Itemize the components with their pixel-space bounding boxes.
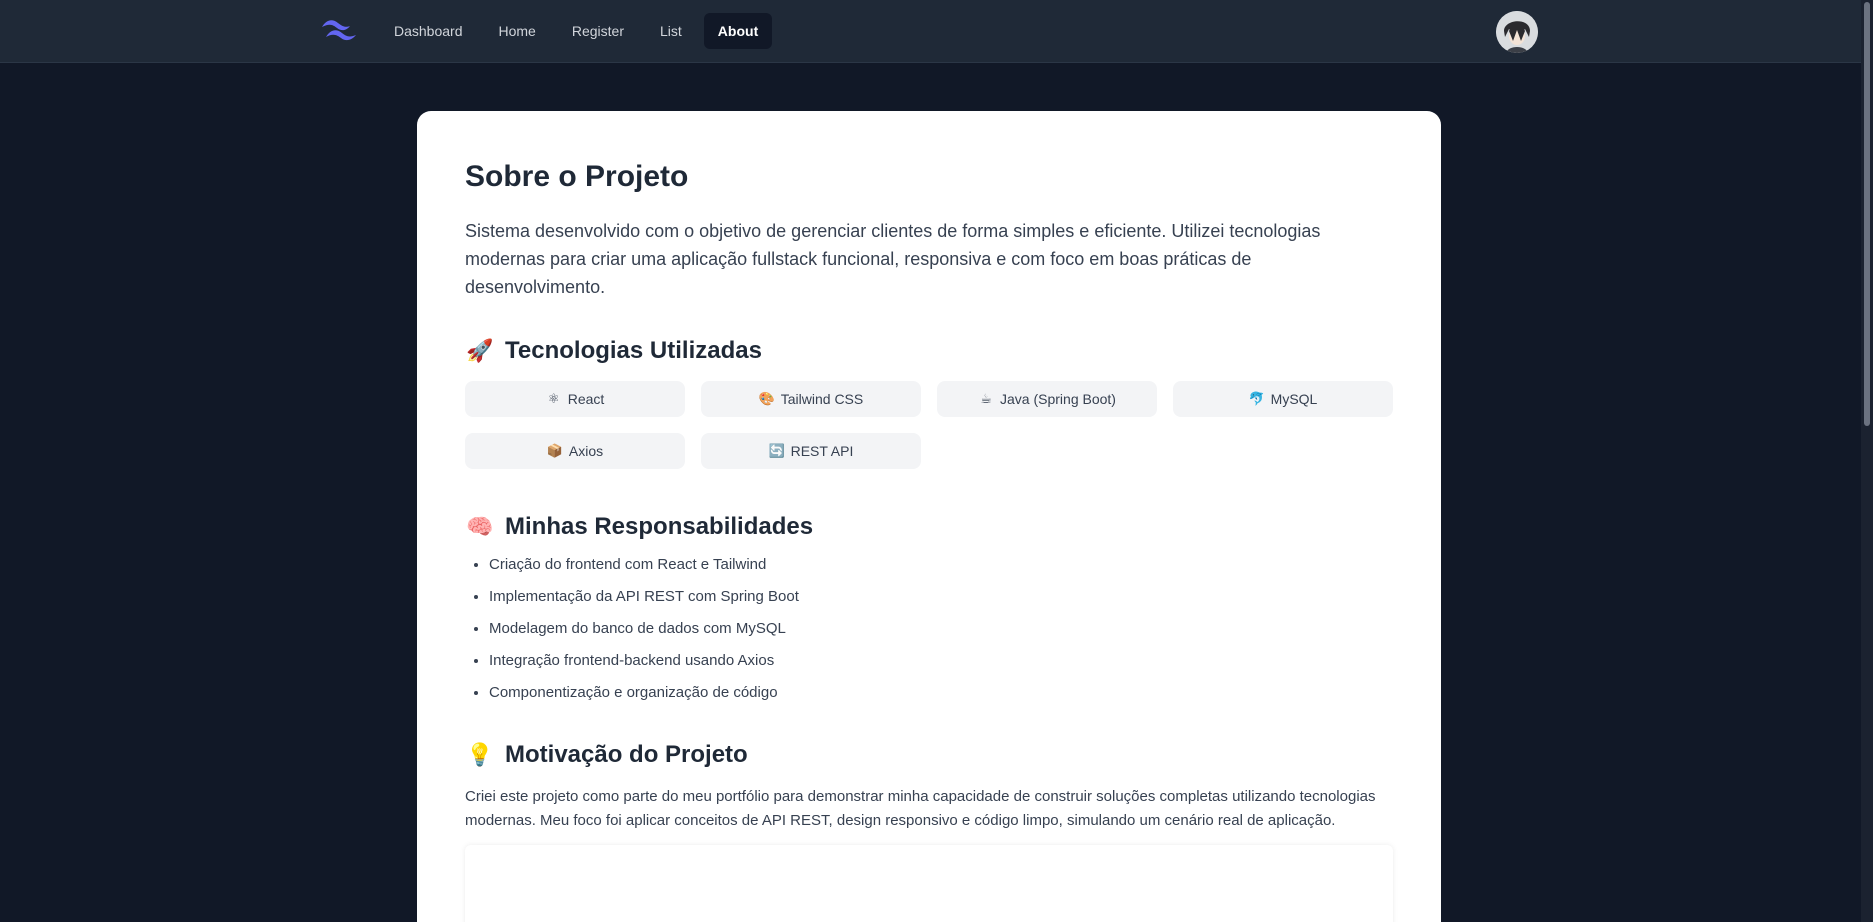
nav-item-about[interactable]: About	[703, 13, 773, 49]
about-card: Sobre o Projeto Sistema desenvolvido com…	[417, 111, 1441, 922]
responsibilities-list: Criação do frontend com React e Tailwind…	[465, 555, 1393, 703]
technologies-grid: ⚛ React 🎨 Tailwind CSS ☕ Java (Spring Bo…	[465, 381, 1393, 469]
tech-label: MySQL	[1270, 391, 1318, 407]
list-item: Implementação da API REST com Spring Boo…	[489, 587, 1393, 607]
tech-label: REST API	[790, 443, 854, 459]
react-icon: ⚛	[547, 391, 560, 406]
motivation-title: Motivação do Projeto	[505, 741, 748, 768]
nav-item-list[interactable]: List	[646, 13, 696, 49]
tech-chip-react: ⚛ React	[465, 381, 685, 417]
preview-panel	[465, 845, 1393, 922]
list-item: Integração frontend-backend usando Axios	[489, 651, 1393, 671]
nav-item-register[interactable]: Register	[558, 13, 638, 49]
dolphin-icon: 🐬	[1248, 391, 1265, 406]
lightbulb-icon: 💡	[466, 742, 494, 767]
scrollbar-thumb[interactable]	[1864, 2, 1870, 426]
page-scrollbar[interactable]	[1861, 0, 1873, 922]
motivation-paragraph: Criei este projeto como parte do meu por…	[465, 788, 1376, 829]
user-avatar[interactable]	[1496, 11, 1538, 53]
tech-chip-axios: 📦 Axios	[465, 433, 685, 469]
intro-paragraph: Sistema desenvolvido com o objetivo de g…	[465, 221, 1321, 297]
technologies-heading: 🚀 Tecnologias Utilizadas	[465, 335, 1393, 367]
nav-menu: Dashboard Home Register List About	[380, 13, 773, 49]
responsibilities-heading: 🧠 Minhas Responsabilidades	[465, 511, 1393, 543]
motivation-heading: 💡 Motivação do Projeto	[465, 739, 1393, 771]
sync-icon: 🔄	[768, 443, 785, 458]
tech-chip-java: ☕ Java (Spring Boot)	[937, 381, 1157, 417]
list-item: Modelagem do banco de dados com MySQL	[489, 619, 1393, 639]
list-item: Criação do frontend com React e Tailwind	[489, 555, 1393, 575]
responsibilities-title: Minhas Responsabilidades	[505, 513, 814, 540]
tech-label: Axios	[568, 443, 604, 459]
tech-label: React	[567, 391, 605, 407]
tech-chip-mysql: 🐬 MySQL	[1173, 381, 1393, 417]
tech-chip-rest-api: 🔄 REST API	[701, 433, 921, 469]
tailwind-logo-icon[interactable]	[320, 17, 358, 43]
palette-icon: 🎨	[758, 391, 775, 406]
nav-item-home[interactable]: Home	[485, 13, 550, 49]
nav-item-dashboard[interactable]: Dashboard	[380, 13, 477, 49]
top-navbar: Dashboard Home Register List About	[0, 0, 1861, 63]
rocket-icon: 🚀	[466, 338, 494, 363]
technologies-title: Tecnologias Utilizadas	[505, 337, 762, 364]
list-item: Componentização e organização de código	[489, 683, 1393, 703]
tech-chip-tailwind: 🎨 Tailwind CSS	[701, 381, 921, 417]
brain-icon: 🧠	[466, 514, 494, 539]
package-icon: 📦	[546, 443, 563, 458]
tech-label: Tailwind CSS	[780, 391, 864, 407]
coffee-icon: ☕	[980, 391, 992, 406]
page-title: Sobre o Projeto	[465, 160, 689, 193]
tech-label: Java (Spring Boot)	[1000, 391, 1116, 407]
